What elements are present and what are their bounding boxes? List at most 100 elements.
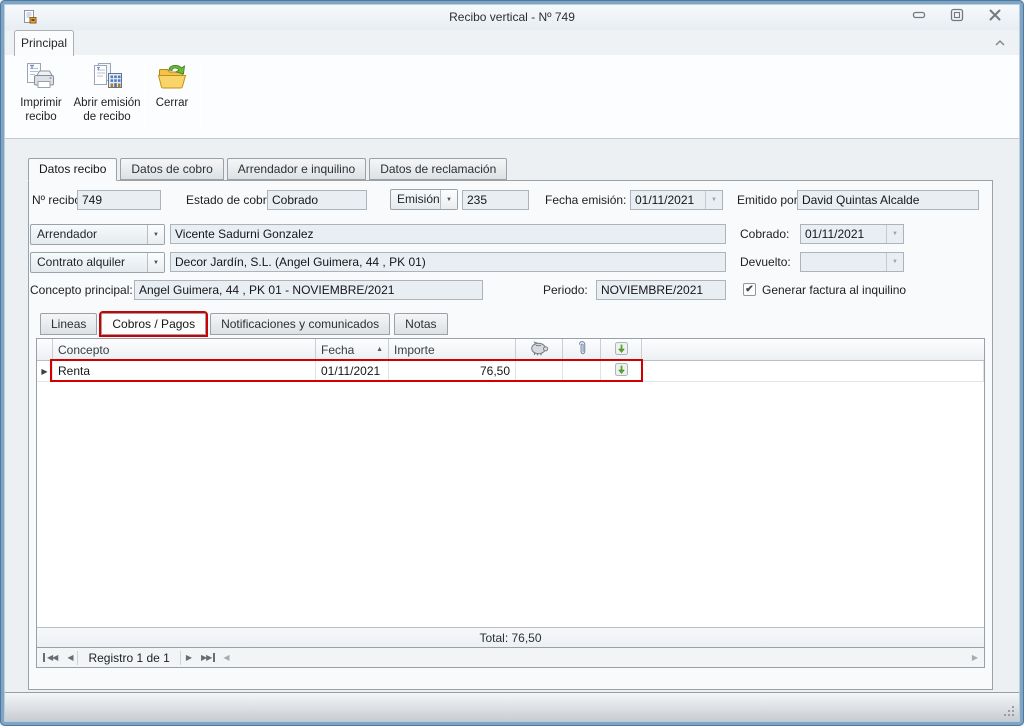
app-window: Recibo vertical - Nº 749 Principal Impri… xyxy=(0,0,1024,726)
subtab-notas[interactable]: Notas xyxy=(394,313,448,335)
chevron-down-icon: ▼ xyxy=(886,225,903,243)
ribbon-separator xyxy=(144,60,145,130)
chevron-down-icon: ▼ xyxy=(886,253,903,271)
fecha-emision-field[interactable]: 01/11/2021 ▼ xyxy=(630,190,723,210)
emitido-por-label: Emitido por: xyxy=(737,193,802,207)
open-emission-icon xyxy=(91,62,123,94)
emision-dropdown[interactable]: Emisión ▼ xyxy=(390,189,458,210)
restore-button[interactable] xyxy=(950,8,964,22)
record-navigator: ◀◀ ◀ Registro 1 de 1 ▶ ▶▶ ◀ ▶ xyxy=(36,648,985,668)
concepto-principal-field[interactable] xyxy=(134,280,483,300)
ribbon-tab-principal[interactable]: Principal xyxy=(14,30,74,56)
subtab-cobros-pagos[interactable]: Cobros / Pagos xyxy=(99,311,209,337)
sub-tab-strip: Lineas Cobros / Pagos Notificaciones y c… xyxy=(40,311,452,337)
estado-cobro-label: Estado de cobro: xyxy=(186,193,277,207)
cell-download-button[interactable] xyxy=(601,361,642,381)
contrato-alquiler-field[interactable] xyxy=(170,252,726,272)
column-header-download[interactable] xyxy=(601,339,642,360)
emision-dropdown-label: Emisión xyxy=(397,192,440,206)
column-header-attachment[interactable] xyxy=(563,339,601,360)
cobros-pagos-grid: Concepto Fecha ▲ Importe ▶ Renta 01/11/2… xyxy=(36,338,985,648)
grid-footer: Total: 76,50 xyxy=(37,627,984,647)
nav-last-button[interactable]: ▶▶ xyxy=(196,653,216,662)
main-tab-strip: Datos recibo Datos de cobro Arrendador e… xyxy=(28,158,510,181)
chevron-down-icon: ▼ xyxy=(147,253,164,272)
indicator-column-header xyxy=(37,339,53,360)
cobrado-field[interactable]: 01/11/2021 ▼ xyxy=(800,224,904,244)
tab-datos-de-reclamacion[interactable]: Datos de reclamación xyxy=(369,158,508,180)
grid-total: Total: 76,50 xyxy=(479,630,542,645)
column-header-filler xyxy=(642,339,984,360)
grid-header: Concepto Fecha ▲ Importe xyxy=(37,339,984,361)
cell-concepto: Renta xyxy=(53,361,316,381)
periodo-field[interactable] xyxy=(596,280,726,300)
chevron-down-icon: ▼ xyxy=(705,191,722,209)
tab-datos-de-cobro[interactable]: Datos de cobro xyxy=(120,158,224,180)
title-bar[interactable]: Recibo vertical - Nº 749 xyxy=(4,4,1020,30)
imprimir-recibo-button[interactable]: Imprimir recibo xyxy=(10,59,72,135)
estado-cobro-field[interactable] xyxy=(267,190,367,210)
resize-grip[interactable] xyxy=(1002,704,1016,718)
print-receipt-icon xyxy=(25,62,57,94)
close-button[interactable] xyxy=(988,8,1002,22)
contrato-alquiler-dropdown-label: Contrato alquiler xyxy=(37,255,126,269)
check-icon: ✔ xyxy=(745,284,754,295)
cobrado-label: Cobrado: xyxy=(740,227,790,241)
nav-prev-button[interactable]: ◀ xyxy=(62,653,77,662)
ribbon-button-label: Imprimir recibo xyxy=(20,97,62,123)
column-header-importe[interactable]: Importe xyxy=(389,339,516,360)
ribbon-button-label: Abrir emisión de recibo xyxy=(73,97,141,123)
minimize-button[interactable] xyxy=(912,8,926,22)
nav-first-button[interactable]: ◀◀ xyxy=(43,653,62,662)
subtab-lineas[interactable]: Lineas xyxy=(40,313,98,335)
download-arrow-icon xyxy=(614,363,628,379)
table-row[interactable]: ▶ Renta 01/11/2021 76,50 xyxy=(37,361,984,382)
cell-attachment xyxy=(563,361,601,381)
generar-factura-checkbox[interactable]: ✔ xyxy=(743,283,756,296)
chevron-down-icon: ▼ xyxy=(147,225,164,244)
generar-factura-label: Generar factura al inquilino xyxy=(762,283,907,297)
ribbon-collapse-icon[interactable] xyxy=(994,37,1006,47)
num-recibo-field[interactable] xyxy=(77,190,161,210)
abrir-emision-button[interactable]: Abrir emisión de recibo xyxy=(72,59,142,135)
grid-empty-area xyxy=(37,382,984,627)
cell-importe: 76,50 xyxy=(389,361,516,381)
emision-numero-field[interactable] xyxy=(462,190,529,210)
devuelto-label: Devuelto: xyxy=(740,255,791,269)
tab-datos-recibo[interactable]: Datos recibo xyxy=(28,158,118,181)
periodo-label: Periodo: xyxy=(543,283,588,297)
ribbon-body: Imprimir recibo Abrir emisión de recibo xyxy=(4,55,1020,139)
paperclip-icon xyxy=(576,340,588,360)
cell-piggy xyxy=(516,361,563,381)
ribbon-tab-row: Principal xyxy=(4,30,1020,56)
close-folder-icon xyxy=(156,62,188,94)
ribbon-separator xyxy=(200,60,201,130)
datos-recibo-panel: Nº recibo: Estado de cobro: Emisión ▼ Fe… xyxy=(28,180,993,690)
column-header-fecha[interactable]: Fecha ▲ xyxy=(316,339,389,360)
devuelto-field[interactable]: ▼ xyxy=(800,252,904,272)
column-header-concepto[interactable]: Concepto xyxy=(53,339,316,360)
ribbon-button-label: Cerrar xyxy=(155,97,189,109)
cell-filler xyxy=(642,361,984,381)
piggy-bank-icon xyxy=(530,340,549,359)
arrendador-field[interactable] xyxy=(170,224,726,244)
cell-fecha: 01/11/2021 xyxy=(316,361,389,381)
tab-arrendador-e-inquilino[interactable]: Arrendador e inquilino xyxy=(226,158,367,180)
status-bar xyxy=(4,692,1020,722)
arrendador-dropdown[interactable]: Arrendador ▼ xyxy=(30,224,165,245)
emitido-por-field[interactable] xyxy=(797,190,979,210)
subtab-notificaciones[interactable]: Notificaciones y comunicados xyxy=(210,313,391,335)
concepto-principal-label: Concepto principal: xyxy=(30,283,133,297)
nav-next-button[interactable]: ▶ xyxy=(181,653,196,662)
column-header-piggy[interactable] xyxy=(516,339,563,360)
record-count-label: Registro 1 de 1 xyxy=(77,650,181,665)
cerrar-button[interactable]: Cerrar xyxy=(148,59,196,135)
sort-asc-icon: ▲ xyxy=(376,346,383,353)
hscroll-right-icon[interactable]: ▶ xyxy=(966,653,984,662)
chevron-down-icon: ▼ xyxy=(440,190,457,209)
fecha-emision-label: Fecha emisión: xyxy=(545,193,627,207)
download-arrow-icon xyxy=(614,341,628,358)
window-title: Recibo vertical - Nº 749 xyxy=(449,10,575,24)
hscroll-left-icon[interactable]: ◀ xyxy=(217,653,235,662)
contrato-alquiler-dropdown[interactable]: Contrato alquiler ▼ xyxy=(30,252,165,273)
